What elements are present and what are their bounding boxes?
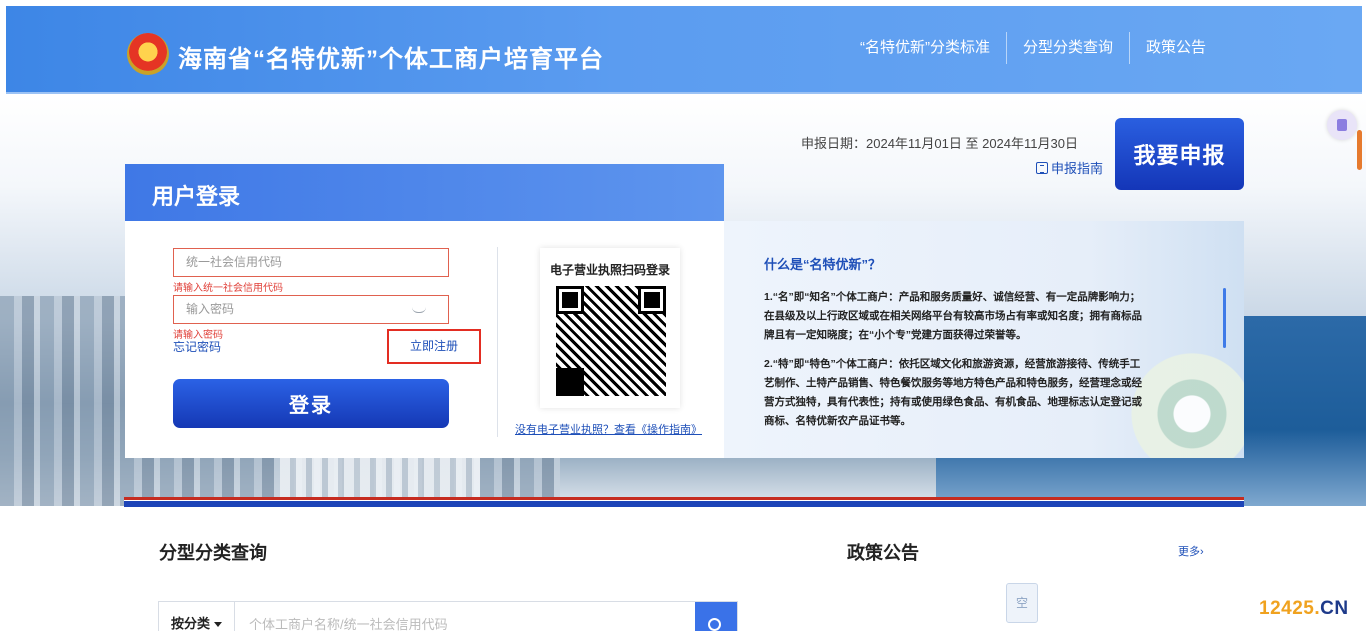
declaration-guide-link[interactable]: 申报指南 — [1036, 158, 1103, 177]
credit-code-input[interactable]: 统一社会信用代码 — [173, 248, 449, 277]
watermark-main: 12425. — [1259, 598, 1321, 619]
register-link[interactable]: 立即注册 — [387, 329, 481, 364]
search-input[interactable]: 个体工商户名称/统一社会信用代码 — [249, 614, 448, 631]
nav-classification-standard[interactable]: “名特优新”分类标准 — [844, 32, 1006, 64]
document-icon — [1036, 161, 1048, 174]
password-input[interactable]: 输入密码 — [173, 295, 449, 324]
national-emblem-icon — [127, 33, 169, 75]
empty-paper: 空 — [1006, 583, 1038, 623]
info-question: 什么是“名特优新”？ — [764, 257, 882, 272]
qr-title: 电子营业执照扫码登录 — [549, 263, 670, 277]
qr-code-icon — [556, 286, 666, 396]
login-panel: 统一社会信用代码 请输入统一社会信用代码 输入密码 请输入密码 忘记密码 立即注… — [125, 221, 724, 458]
site-header: 海南省“名特优新”个体工商户培育平台 “名特优新”分类标准 分型分类查询 政策公… — [6, 6, 1362, 94]
empty-state-icon: 空 — [1000, 583, 1044, 631]
login-button[interactable]: 登录 — [173, 379, 449, 428]
apply-button[interactable]: 我要申报 — [1115, 118, 1244, 190]
info-paragraph-2: 2.“特”即“特色”个体工商户：依托区域文化和旅游资源，经营旅游接待、传统手工艺… — [764, 358, 1142, 427]
category-select[interactable]: 按分类 — [159, 602, 235, 631]
search-icon — [708, 618, 721, 631]
info-paragraph-1: 1.“名”即“知名”个体工商户：产品和服务质量好、诚信经营、有一定品牌影响力；在… — [764, 291, 1142, 341]
watermark-suffix: CN — [1320, 598, 1349, 619]
login-header: 用户登录 — [125, 164, 724, 221]
password-placeholder: 输入密码 — [186, 302, 235, 316]
declaration-date: 申报日期：2024年11月01日 至 2024年11月30日 — [801, 136, 1078, 151]
caret-down-icon — [214, 622, 222, 628]
query-section-title: 分型分类查询 — [159, 543, 267, 563]
page-scrollbar[interactable] — [1357, 130, 1362, 170]
site-title: 海南省“名特优新”个体工商户培育平台 — [178, 46, 604, 73]
more-link[interactable]: 更多› — [1178, 543, 1204, 559]
search-bar: 按分类 个体工商户名称/统一社会信用代码 — [158, 601, 738, 631]
category-select-label: 按分类 — [170, 616, 210, 631]
operation-guide-link[interactable]: 没有电子营业执照？查看《操作指南》 — [515, 421, 702, 437]
credit-code-error: 请输入统一社会信用代码 — [173, 283, 283, 294]
floating-chat-icon[interactable] — [1327, 110, 1357, 140]
info-scrollbar[interactable] — [1223, 288, 1226, 348]
search-button[interactable] — [695, 602, 737, 631]
declaration-guide-label: 申报指南 — [1051, 161, 1104, 176]
policy-section-title: 政策公告 — [847, 543, 919, 563]
info-panel: 什么是“名特优新”？ 1.“名”即“知名”个体工商户：产品和服务质量好、诚信经营… — [724, 221, 1244, 458]
top-nav: “名特优新”分类标准 分型分类查询 政策公告 — [844, 32, 1222, 64]
watermark: 12425.CN — [1259, 598, 1349, 620]
nav-policy-announcement[interactable]: 政策公告 — [1128, 32, 1222, 64]
eye-closed-icon[interactable] — [412, 307, 426, 313]
login-title: 用户登录 — [152, 184, 241, 209]
empty-label: 空 — [1015, 596, 1028, 610]
qr-login-card: 电子营业执照扫码登录 — [540, 248, 680, 408]
divider — [497, 247, 498, 437]
nav-type-query[interactable]: 分型分类查询 — [1005, 32, 1129, 64]
forgot-password-link[interactable]: 忘记密码 — [173, 338, 221, 355]
section-divider-stripe — [124, 497, 1244, 507]
